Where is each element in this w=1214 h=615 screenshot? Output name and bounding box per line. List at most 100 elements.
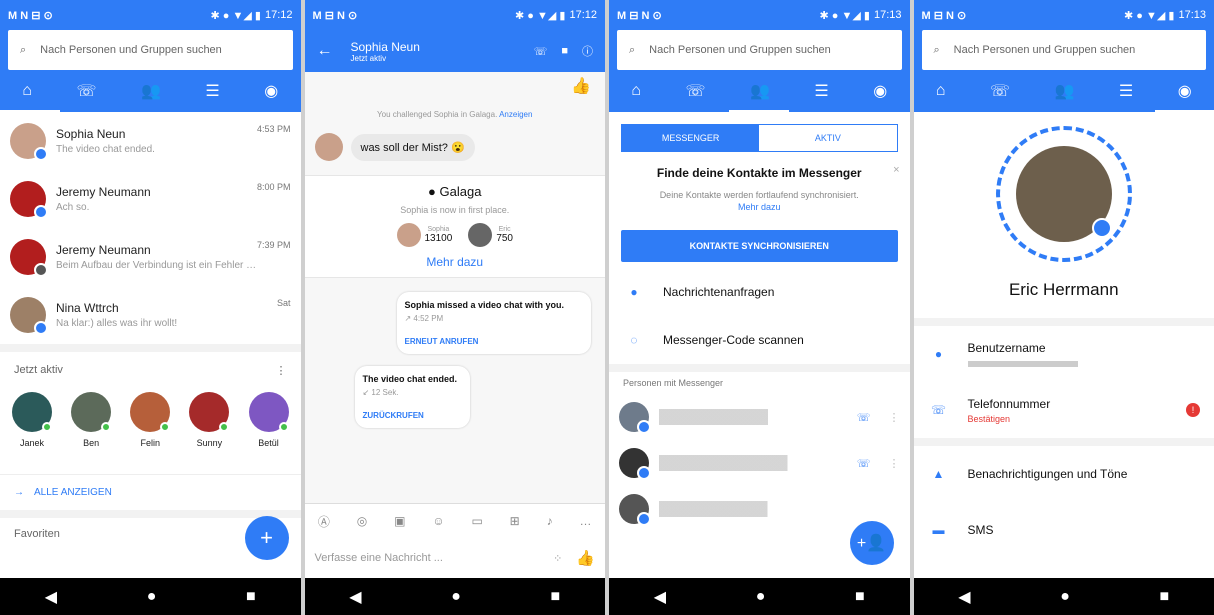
home-button-icon[interactable]: ● — [756, 588, 766, 606]
person-row[interactable]: ☏ ⋮ — [609, 394, 910, 440]
search-bar[interactable]: ⌕ Nach Personen und Gruppen suchen — [921, 30, 1206, 70]
ended-call-card: The video chat ended. ↙ 12 Sek. ZURÜCKRU… — [354, 366, 470, 428]
tab-messenger[interactable]: MESSENGER — [622, 125, 760, 151]
home-button-icon[interactable]: ● — [451, 588, 461, 606]
person-row[interactable]: ☏ ⋮ — [609, 440, 910, 486]
home-button-icon[interactable]: ● — [147, 588, 157, 606]
qr-icon[interactable]: ⁘ — [553, 552, 562, 565]
back-icon[interactable]: ◀ — [45, 587, 57, 607]
recents-icon[interactable]: ■ — [551, 588, 561, 606]
add-contact-fab[interactable]: +👤 — [849, 521, 894, 565]
messenger-code[interactable] — [914, 126, 1214, 262]
back-icon[interactable]: ◀ — [654, 587, 666, 607]
more-icon[interactable]: ⋮ — [889, 411, 900, 424]
recents-icon[interactable]: ■ — [246, 588, 256, 606]
profile-icon[interactable]: ◉ — [264, 81, 278, 101]
active-people: Janek Ben Felin Sunny Betül — [0, 388, 301, 474]
call-icon[interactable]: ☏ — [685, 81, 705, 101]
online-dot — [42, 422, 52, 432]
more-icon[interactable]: … — [579, 514, 591, 528]
list-icon[interactable]: ☰ — [1119, 81, 1133, 101]
mic-icon[interactable]: ♪ — [547, 514, 553, 528]
more-link[interactable]: Mehr dazu — [305, 255, 606, 269]
people-icon[interactable]: 👥 — [141, 81, 161, 101]
call-icon[interactable]: ☏ — [990, 81, 1010, 101]
back-arrow-icon[interactable]: ← — [317, 42, 333, 60]
chat-item[interactable]: Jeremy Neumann Ach so. 8:00 PM — [0, 170, 301, 228]
compose-fab[interactable]: + — [244, 516, 289, 560]
person-name: Ben — [83, 438, 100, 448]
phone-row[interactable]: ☏ Telefonnummer Bestätigen! — [914, 382, 1214, 438]
home-icon[interactable]: ⌂ — [22, 82, 32, 100]
gif-icon[interactable]: ▭ — [471, 514, 482, 528]
search-bar[interactable]: ⌕ Nach Personen und Gruppen suchen — [8, 30, 293, 70]
people-icon[interactable]: 👥 — [1054, 81, 1074, 101]
header: ⌕ Nach Personen und Gruppen suchen ⌂ ☏ 👥 ☰ ◉ — [609, 30, 910, 112]
code-ring-icon — [995, 126, 1132, 262]
profile-photo — [1015, 146, 1112, 242]
back-icon[interactable]: ◀ — [349, 587, 361, 607]
sync-contacts-button[interactable]: KONTAKTE SYNCHRONISIEREN — [621, 230, 898, 262]
phone-chats: M N ⊟ ⊙ ✱ ● ▼◢ ▮ 17:12 ⌕ Nach Personen und … — [0, 0, 301, 615]
more-icon[interactable]: ⋮ — [276, 364, 287, 377]
emoji-icon[interactable]: ☺ — [432, 514, 444, 528]
chat-item[interactable]: Sophia Neun The video chat ended. 4:53 PM — [0, 112, 301, 170]
recents-icon[interactable]: ■ — [855, 588, 865, 606]
scan-code-row[interactable]: ◌ Messenger-Code scannen — [609, 316, 910, 364]
list-icon[interactable]: ☰ — [205, 81, 219, 101]
image-icon[interactable]: ▣ — [394, 514, 405, 528]
video-icon[interactable]: ■ — [561, 45, 568, 57]
message-requests-row[interactable]: ● Nachrichtenanfragen — [609, 268, 910, 316]
search-bar[interactable]: ⌕ Nach Personen und Gruppen suchen — [617, 30, 902, 70]
game-controller-icon[interactable]: ⊞ — [510, 514, 520, 528]
view-link[interactable]: Anzeigen — [499, 110, 532, 119]
missed-call-card: Sophia missed a video chat with you. ↗ 4… — [396, 292, 591, 354]
call-icon[interactable]: ☏ — [857, 457, 871, 470]
search-input[interactable]: Nach Personen und Gruppen suchen — [649, 44, 831, 56]
search-input[interactable]: Nach Personen und Gruppen suchen — [954, 44, 1136, 56]
more-link[interactable]: Mehr dazu — [619, 202, 900, 212]
like-send-icon[interactable]: 👍 — [576, 549, 595, 567]
show-all-row[interactable]: → ALLE ANZEIGEN — [0, 474, 301, 510]
notifications-row[interactable]: ▲ Benachrichtigungen und Töne — [913, 438, 1214, 502]
profile-icon[interactable]: ◉ — [873, 81, 887, 101]
tab-aktiv[interactable]: AKTIV — [759, 125, 896, 151]
more-icon[interactable]: ⋮ — [889, 457, 900, 470]
call-back-button[interactable]: ZURÜCKRUFEN — [363, 411, 462, 420]
list-icon[interactable]: ☰ — [814, 81, 828, 101]
message-bubble[interactable]: was soll der Mist? 😮 — [350, 133, 475, 161]
call-again-button[interactable]: ERNEUT ANRUFEN — [405, 337, 584, 346]
message-input[interactable]: Verfasse eine Nachricht ... — [315, 552, 554, 564]
game-card[interactable]: ● Galaga Sophia is now in first place. S… — [304, 175, 606, 278]
camera-icon[interactable]: ◎ — [357, 514, 367, 528]
show-all-link[interactable]: ALLE ANZEIGEN — [34, 487, 112, 498]
back-icon[interactable]: ◀ — [958, 587, 970, 607]
call-icon[interactable]: ☏ — [857, 411, 871, 424]
text-style-icon[interactable]: Ⓐ — [318, 513, 330, 530]
search-input[interactable]: Nach Personen und Gruppen suchen — [40, 44, 222, 56]
info-icon[interactable]: ⓘ — [582, 43, 593, 59]
confirm-link[interactable]: Bestätigen — [968, 414, 1187, 424]
home-button-icon[interactable]: ● — [1060, 588, 1070, 606]
call-icon[interactable]: ☏ — [534, 45, 548, 58]
recents-icon[interactable]: ■ — [1160, 588, 1170, 606]
active-person[interactable]: Betül — [248, 392, 289, 470]
chat-item[interactable]: Jeremy Neumann Beim Aufbau der Verbindung… — [0, 228, 301, 286]
active-person[interactable]: Ben — [71, 392, 112, 470]
home-icon[interactable]: ⌂ — [936, 82, 946, 100]
sms-row[interactable]: ▬ SMS — [914, 502, 1214, 558]
close-icon[interactable]: × — [893, 164, 899, 176]
username-row[interactable]: ● Benutzername — [914, 326, 1214, 382]
home-icon[interactable]: ⌂ — [631, 82, 641, 100]
active-person[interactable]: Sunny — [189, 392, 230, 470]
chat-item[interactable]: Nina Wttrch Na klar:) alles was ihr wollt… — [0, 286, 301, 344]
person-name: Janek — [19, 438, 45, 448]
people-icon[interactable]: 👥 — [750, 81, 770, 101]
game-icon: ● — [428, 184, 436, 199]
ended-call-time: ↙ 12 Sek. — [362, 388, 399, 397]
profile-icon[interactable]: ◉ — [1178, 81, 1192, 101]
person-icon: ● — [934, 347, 943, 361]
call-icon[interactable]: ☏ — [76, 81, 96, 101]
active-person[interactable]: Janek — [12, 392, 52, 470]
active-person[interactable]: Felin — [130, 392, 171, 470]
